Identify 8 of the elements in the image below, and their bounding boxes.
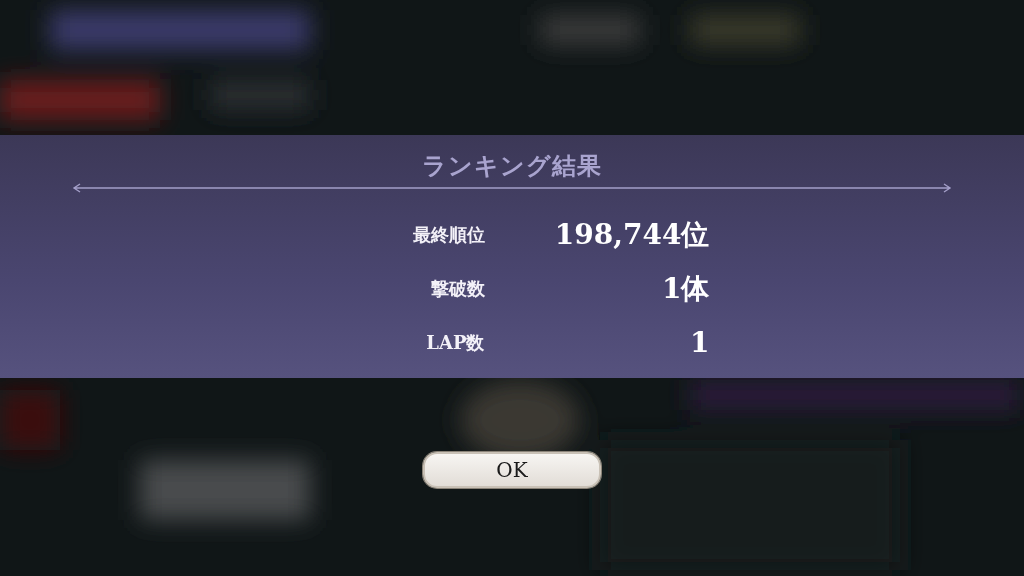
stat-label: 最終順位	[411, 223, 485, 247]
stat-value: 1体	[661, 271, 710, 307]
stat-value: 198,744位	[553, 217, 710, 253]
ok-button[interactable]: OK	[423, 452, 601, 488]
stat-value: 1	[689, 325, 710, 361]
stat-label: LAP数	[425, 331, 485, 355]
stat-label: 撃破数	[429, 277, 485, 301]
dialog-title: ランキング結果	[422, 150, 602, 182]
